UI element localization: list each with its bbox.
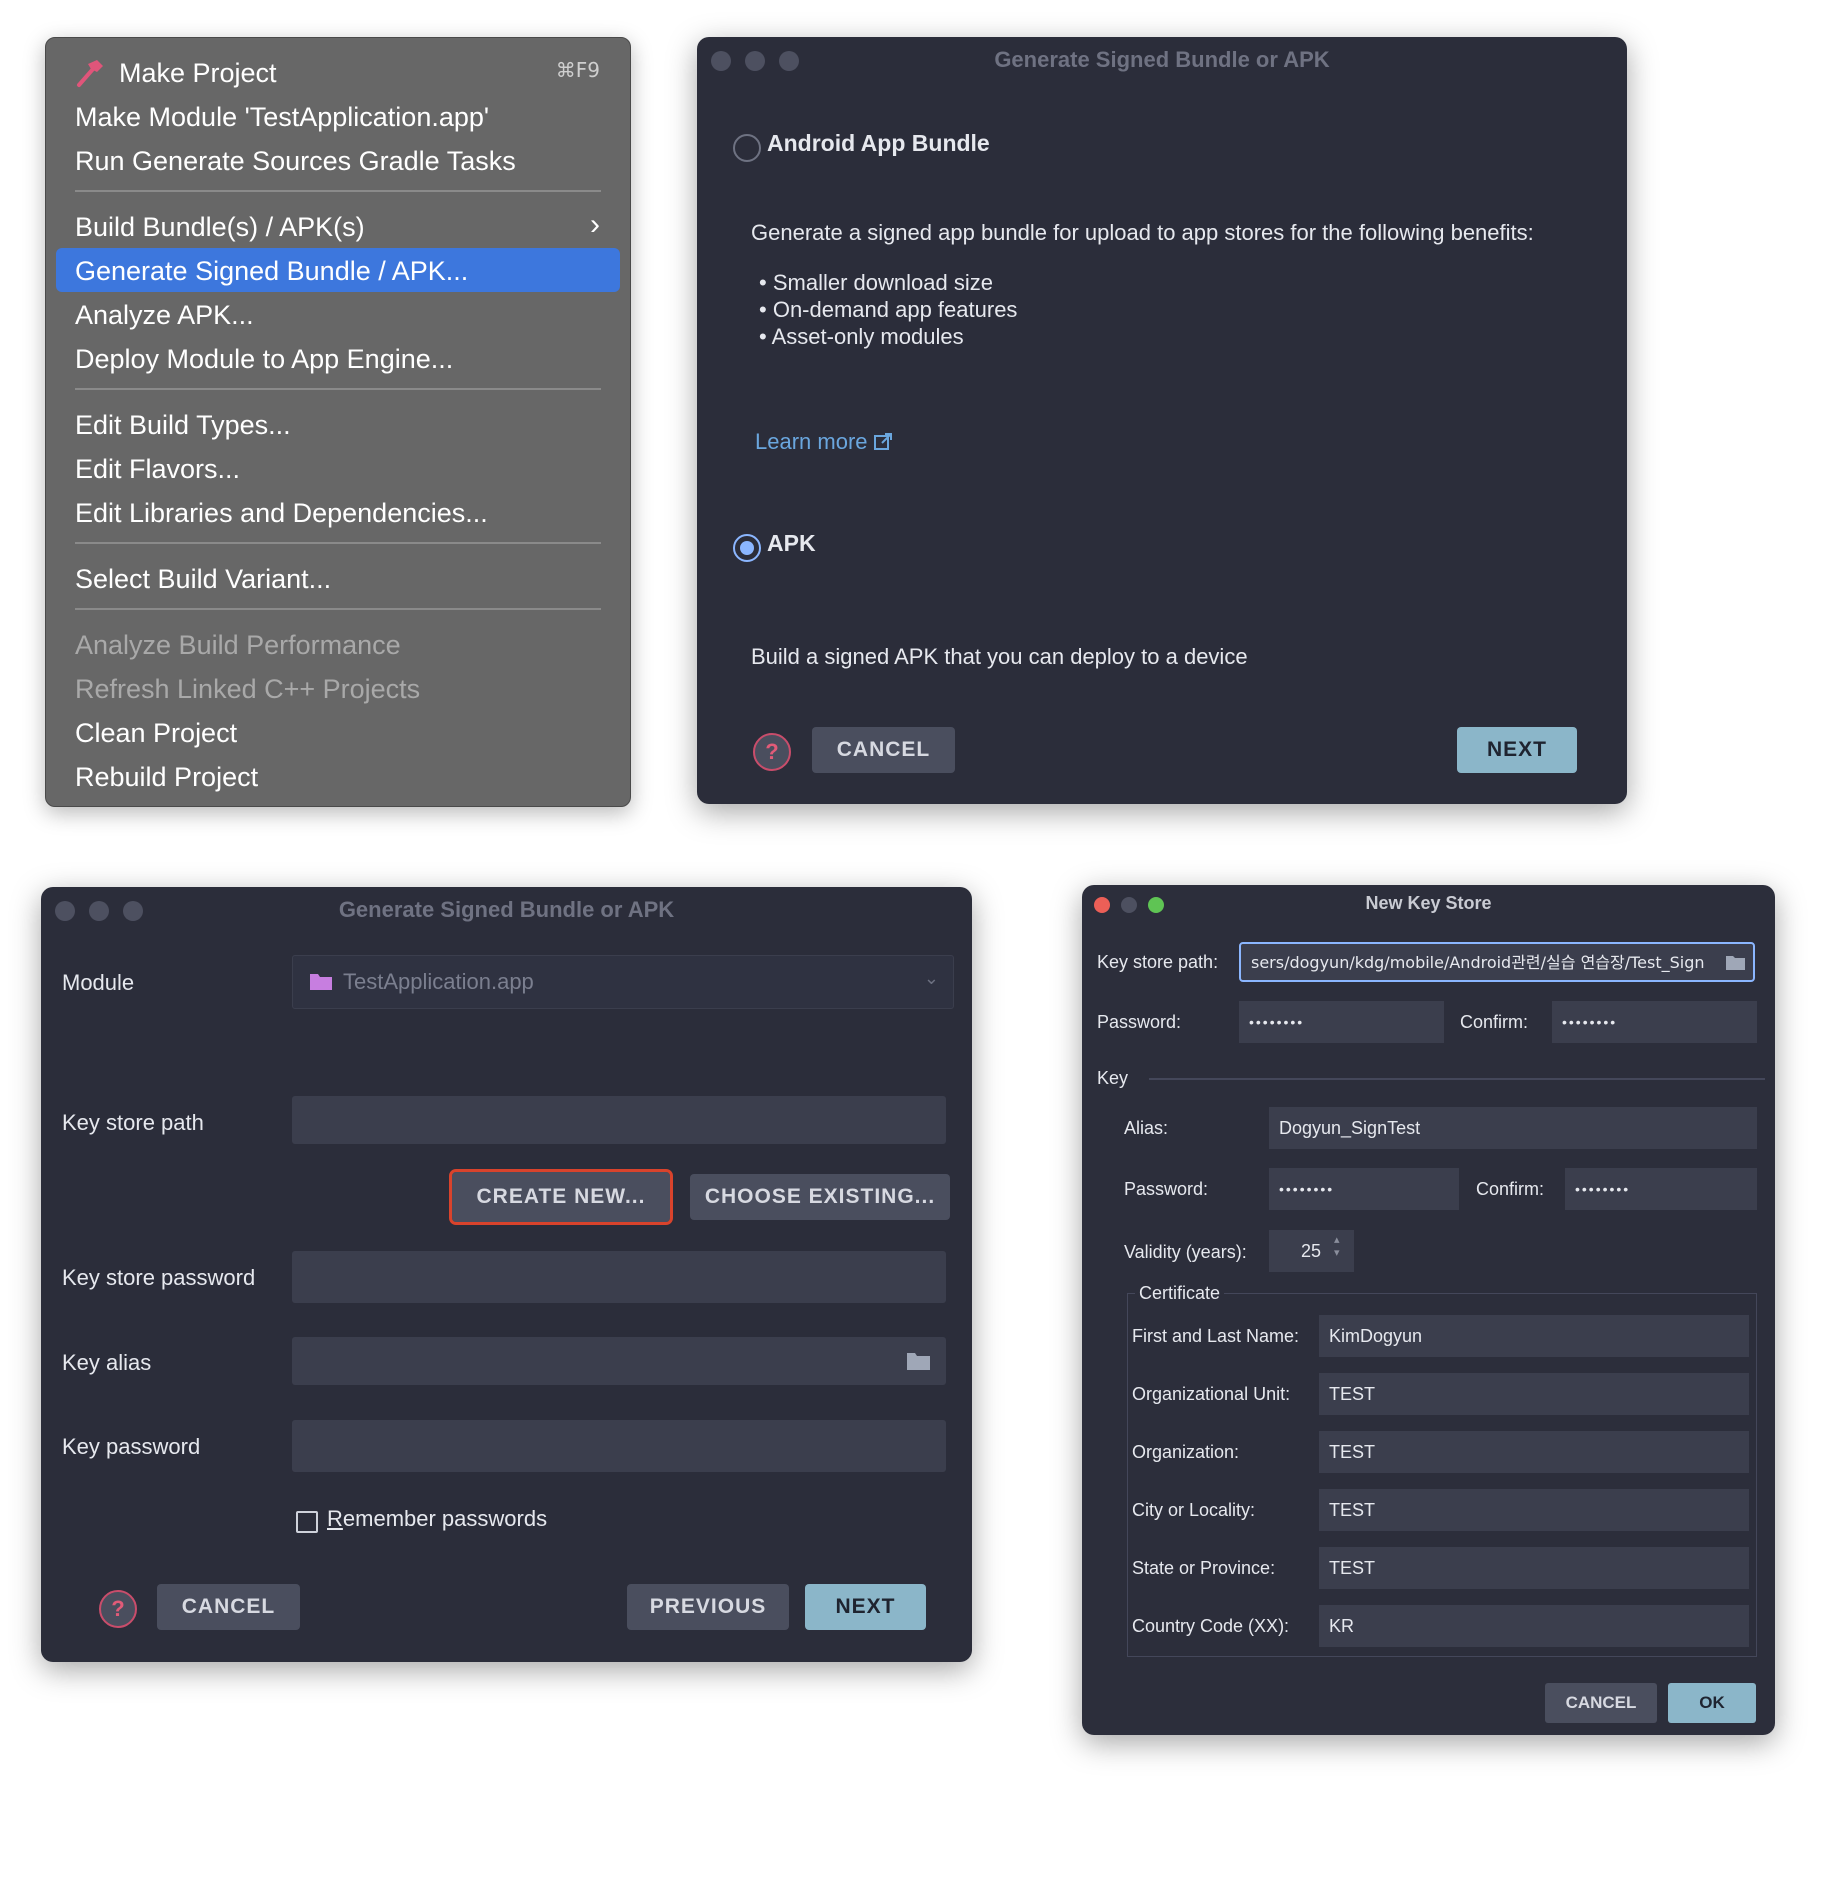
keystore-dialog: Generate Signed Bundle or APK Module Tes… bbox=[41, 887, 972, 1662]
previous-button[interactable]: PREVIOUS bbox=[627, 1584, 789, 1630]
cancel-button[interactable]: CANCEL bbox=[157, 1584, 300, 1630]
menu-item-clean-project[interactable]: Clean Project bbox=[75, 712, 237, 754]
password-label: Password: bbox=[1097, 1012, 1182, 1032]
cert-state-label: State or Province: bbox=[1132, 1558, 1276, 1578]
key-divider bbox=[1149, 1078, 1765, 1080]
key-store-password-input[interactable] bbox=[292, 1251, 946, 1303]
key-alias-label: Key alias bbox=[62, 1350, 152, 1375]
cert-state-input[interactable]: TEST bbox=[1319, 1547, 1749, 1589]
next-button[interactable]: NEXT bbox=[805, 1584, 926, 1630]
cancel-button[interactable]: CANCEL bbox=[812, 727, 955, 773]
cert-city-label: City or Locality: bbox=[1132, 1500, 1256, 1520]
help-button[interactable]: ? bbox=[753, 733, 791, 771]
cert-organization-label: Organization: bbox=[1132, 1442, 1240, 1462]
cert-first-last-name-label: First and Last Name: bbox=[1132, 1326, 1300, 1346]
folder-icon[interactable] bbox=[906, 1350, 932, 1372]
cert-org-unit-label: Organizational Unit: bbox=[1132, 1384, 1291, 1404]
menu-item-edit-flavors[interactable]: Edit Flavors... bbox=[75, 448, 240, 490]
bundle-radio[interactable] bbox=[733, 134, 761, 162]
menu-item-make-module[interactable]: Make Module 'TestApplication.app' bbox=[75, 96, 489, 138]
menu-item-edit-build-types[interactable]: Edit Build Types... bbox=[75, 404, 291, 446]
alias-label: Alias: bbox=[1124, 1118, 1169, 1138]
certificate-label: Certificate bbox=[1135, 1283, 1225, 1304]
cert-city-input[interactable]: TEST bbox=[1319, 1489, 1749, 1531]
password-input[interactable]: •••••••• bbox=[1239, 1001, 1444, 1043]
key-password-label: Password: bbox=[1124, 1179, 1209, 1199]
menu-shortcut: ⌘F9 bbox=[555, 58, 600, 82]
bundle-label[interactable]: Android App Bundle bbox=[767, 130, 990, 157]
benefit-item: • Smaller download size bbox=[759, 270, 993, 295]
cert-first-last-name-input[interactable]: KimDogyun bbox=[1319, 1315, 1749, 1357]
remember-label[interactable]: Remember passwords bbox=[327, 1506, 547, 1532]
module-folder-icon bbox=[310, 974, 332, 990]
bundle-description: Generate a signed app bundle for upload … bbox=[751, 220, 1534, 245]
alias-input[interactable]: Dogyun_SignTest bbox=[1269, 1107, 1757, 1149]
key-section-label: Key bbox=[1097, 1068, 1129, 1088]
apk-label[interactable]: APK bbox=[767, 530, 816, 557]
validity-spinner[interactable]: 25 bbox=[1269, 1230, 1354, 1272]
menu-separator bbox=[75, 542, 601, 544]
menu-item-build-bundles[interactable]: Build Bundle(s) / APK(s) bbox=[75, 206, 365, 248]
key-alias-input[interactable] bbox=[292, 1337, 946, 1385]
choose-existing-button[interactable]: CHOOSE EXISTING... bbox=[690, 1174, 950, 1220]
module-select[interactable]: TestApplication.app ⌄ bbox=[292, 955, 954, 1009]
signed-bundle-dialog: Generate Signed Bundle or APK Android Ap… bbox=[697, 37, 1627, 804]
benefit-item: • Asset-only modules bbox=[759, 324, 964, 349]
menu-separator bbox=[75, 190, 601, 192]
key-password-input[interactable] bbox=[292, 1420, 946, 1472]
key-store-path-label: Key store path bbox=[62, 1110, 204, 1135]
help-button[interactable]: ? bbox=[99, 1590, 137, 1628]
cancel-button[interactable]: CANCEL bbox=[1545, 1683, 1657, 1723]
validity-label: Validity (years): bbox=[1124, 1242, 1247, 1262]
key-confirm-input[interactable]: •••••••• bbox=[1565, 1168, 1757, 1210]
external-link-icon bbox=[873, 433, 892, 450]
menu-item-refresh-linked-cpp: Refresh Linked C++ Projects bbox=[75, 674, 421, 704]
next-button[interactable]: NEXT bbox=[1457, 727, 1577, 773]
menu-item-deploy-module[interactable]: Deploy Module to App Engine... bbox=[75, 338, 453, 380]
key-store-password-label: Key store password bbox=[62, 1265, 256, 1290]
dialog-title: Generate Signed Bundle or APK bbox=[338, 897, 675, 922]
apk-description: Build a signed APK that you can deploy t… bbox=[751, 644, 1248, 669]
key-store-path-input[interactable] bbox=[292, 1096, 946, 1144]
chevron-right-icon: › bbox=[590, 208, 600, 241]
remember-checkbox[interactable] bbox=[296, 1511, 318, 1533]
hammer-icon bbox=[77, 60, 103, 87]
menu-item-analyze-build-performance: Analyze Build Performance bbox=[75, 630, 401, 660]
key-store-path-label: Key store path: bbox=[1097, 952, 1219, 972]
key-password-input[interactable]: •••••••• bbox=[1269, 1168, 1459, 1210]
menu-item-make-project[interactable]: Make Project bbox=[119, 52, 277, 94]
cert-organization-input[interactable]: TEST bbox=[1319, 1431, 1749, 1473]
spinner-arrows-icon[interactable]: ▴ ▾ bbox=[1334, 1234, 1340, 1260]
key-password-label: Key password bbox=[62, 1434, 201, 1459]
module-label: Module bbox=[62, 970, 135, 995]
menu-item-rebuild-project[interactable]: Rebuild Project bbox=[75, 756, 258, 798]
dialog-title: Generate Signed Bundle or APK bbox=[994, 47, 1330, 72]
menu-separator bbox=[75, 608, 601, 610]
menu-item-select-build-variant[interactable]: Select Build Variant... bbox=[75, 558, 331, 600]
menu-separator bbox=[75, 388, 601, 390]
confirm-label: Confirm: bbox=[1460, 1012, 1529, 1032]
apk-radio[interactable] bbox=[733, 534, 761, 562]
learn-more-link[interactable]: Learn more bbox=[755, 429, 892, 455]
cert-country-code-label: Country Code (XX): bbox=[1132, 1616, 1290, 1636]
menu-item-generate-signed[interactable]: Generate Signed Bundle / APK... bbox=[75, 250, 468, 292]
cert-org-unit-input[interactable]: TEST bbox=[1319, 1373, 1749, 1415]
build-menu: Make Project ⌘F9 Make Module 'TestApplic… bbox=[45, 37, 631, 807]
menu-item-analyze-apk[interactable]: Analyze APK... bbox=[75, 294, 254, 336]
cert-country-code-input[interactable]: KR bbox=[1319, 1605, 1749, 1647]
module-value: TestApplication.app bbox=[343, 969, 534, 994]
dialog-title: New Key Store bbox=[1365, 893, 1492, 913]
menu-item-run-generate-sources[interactable]: Run Generate Sources Gradle Tasks bbox=[75, 140, 516, 182]
chevron-down-icon: ⌄ bbox=[923, 968, 939, 988]
benefit-item: • On-demand app features bbox=[759, 297, 1018, 322]
folder-icon[interactable] bbox=[1725, 953, 1747, 971]
menu-item-edit-libraries[interactable]: Edit Libraries and Dependencies... bbox=[75, 492, 488, 534]
key-confirm-label: Confirm: bbox=[1476, 1179, 1545, 1199]
ok-button[interactable]: OK bbox=[1668, 1683, 1756, 1723]
new-key-store-dialog: New Key Store Key store path: sers/dogyu… bbox=[1082, 885, 1775, 1735]
key-store-path-input[interactable]: sers/dogyun/kdg/mobile/Android관련/실습 연습장/… bbox=[1239, 942, 1755, 982]
confirm-input[interactable]: •••••••• bbox=[1552, 1001, 1757, 1043]
create-new-button[interactable]: CREATE NEW... bbox=[449, 1169, 673, 1225]
